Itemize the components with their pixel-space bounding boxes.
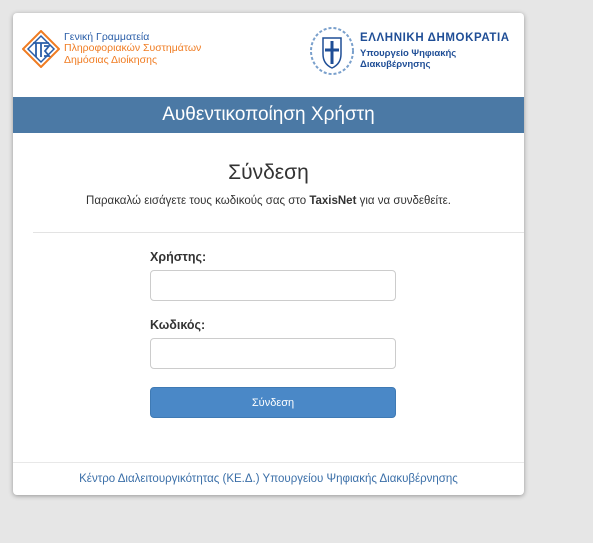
- divider: [33, 232, 524, 233]
- username-label: Χρήστης:: [150, 250, 207, 264]
- intro-text-before: Παρακαλώ εισάγετε τους κωδικούς σας στο: [86, 195, 310, 207]
- gsis-text: Γενική Γραμματεία Πληροφοριακών Συστημάτ…: [64, 31, 201, 67]
- password-input[interactable]: [150, 338, 396, 369]
- login-card: Γενική Γραμματεία Πληροφοριακών Συστημάτ…: [13, 13, 524, 495]
- republic-logo: ΕΛΛΗΝΙΚΗ ΔΗΜΟΚΡΑΤΙΑ Υπουργείο Ψηφιακής Δ…: [309, 26, 510, 76]
- auth-banner: Αυθεντικοποίηση Χρήστη: [13, 97, 524, 133]
- ministry-line-2: Διακυβέρνησης: [360, 59, 431, 70]
- ministry-line-1: Υπουργείο Ψηφιακής: [360, 48, 457, 59]
- greek-emblem-icon: [309, 26, 355, 76]
- gsis-logo: Γενική Γραμματεία Πληροφοριακών Συστημάτ…: [22, 30, 201, 68]
- username-input[interactable]: [150, 270, 396, 301]
- login-button[interactable]: Σύνδεση: [150, 387, 396, 418]
- login-intro: Παρακαλώ εισάγετε τους κωδικούς σας στο …: [13, 195, 524, 207]
- footer-link[interactable]: Κέντρο Διαλειτουργικότητας (ΚΕ.Δ.) Υπουρ…: [79, 473, 458, 485]
- page-title: Σύνδεση: [228, 161, 309, 184]
- banner-title: Αυθεντικοποίηση Χρήστη: [162, 104, 375, 125]
- password-label: Κωδικός:: [150, 318, 206, 332]
- intro-taxisnet: TaxisNet: [309, 195, 357, 207]
- republic-text: ΕΛΛΗΝΙΚΗ ΔΗΜΟΚΡΑΤΙΑ Υπουργείο Ψηφιακής Δ…: [360, 32, 510, 70]
- gsis-line-3: Δημόσιας Διοίκησης: [64, 53, 158, 66]
- logo-header: Γενική Γραμματεία Πληροφοριακών Συστημάτ…: [13, 13, 524, 97]
- footer: Κέντρο Διαλειτουργικότητας (ΚΕ.Δ.) Υπουρ…: [13, 462, 524, 495]
- intro-text-after: για να συνδεθείτε.: [356, 195, 451, 207]
- gsis-logo-icon: [22, 30, 60, 68]
- republic-title: ΕΛΛΗΝΙΚΗ ΔΗΜΟΚΡΑΤΙΑ: [360, 32, 510, 44]
